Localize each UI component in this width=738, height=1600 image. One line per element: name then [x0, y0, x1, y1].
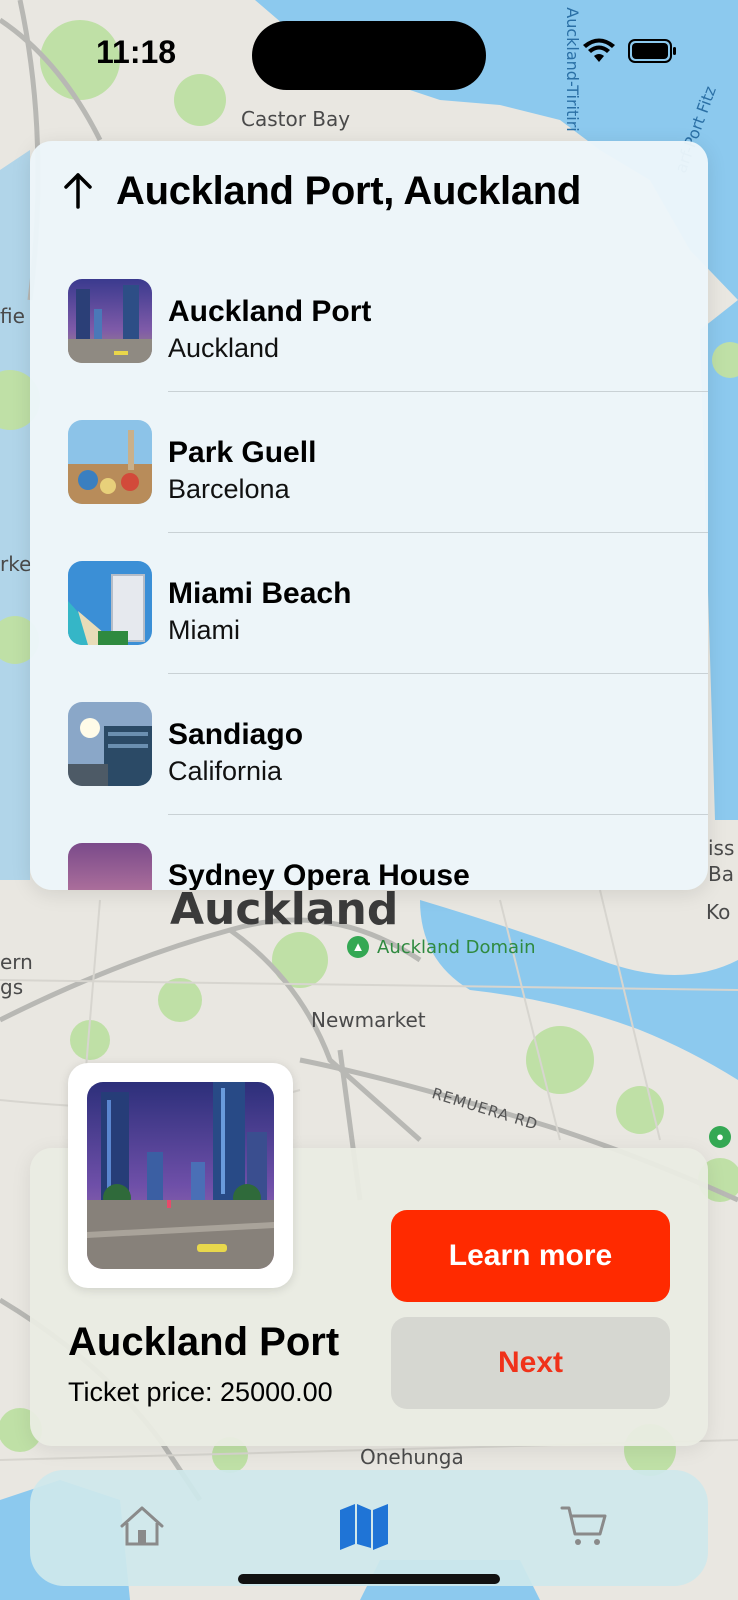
- item-title: Sydney Opera House: [168, 859, 470, 890]
- dynamic-island: [252, 21, 486, 90]
- cart-icon: [560, 1506, 607, 1545]
- home-indicator: [238, 1574, 500, 1584]
- map-label-edge: ern: [0, 950, 33, 974]
- tab-cart[interactable]: [554, 1496, 614, 1556]
- thumbnail-image: [68, 279, 152, 363]
- learn-more-button[interactable]: Learn more: [391, 1210, 670, 1302]
- search-results-panel: Auckland Port, Auckland Auckland Port Au…: [30, 141, 708, 890]
- map-label-water: Auckland-Tiritiri: [562, 7, 582, 132]
- item-subtitle: California: [168, 756, 283, 786]
- item-title: Auckland Port: [168, 295, 372, 328]
- map-label-castor-bay: Castor Bay: [241, 107, 351, 131]
- thumbnail-image: [68, 420, 152, 504]
- map-label-edge: Ba: [708, 862, 734, 886]
- panel-title: Auckland Port, Auckland: [116, 169, 582, 213]
- map-label-edge: Ko: [706, 900, 731, 924]
- list-item[interactable]: Park Guell Barcelona: [30, 392, 708, 533]
- item-title: Sandiago: [168, 718, 304, 751]
- status-time: 11:18: [96, 34, 177, 70]
- wifi-icon: [583, 38, 615, 62]
- map-label-edge: gs: [0, 975, 24, 999]
- map-label-city: Auckland: [170, 884, 399, 935]
- map-label-edge: iss: [708, 836, 735, 860]
- panel-header: Auckland Port, Auckland: [30, 141, 708, 251]
- list-item[interactable]: Sandiago California: [30, 674, 708, 815]
- item-subtitle: Barcelona: [168, 474, 290, 504]
- map-label-edge: rke: [0, 552, 32, 576]
- detail-title: Auckland Port: [68, 1320, 340, 1364]
- home-icon: [120, 1506, 164, 1546]
- list-item[interactable]: Miami Beach Miami: [30, 533, 708, 674]
- detail-image: [87, 1082, 274, 1269]
- map-label-edge: fie: [0, 304, 25, 328]
- arrow-up-icon[interactable]: [60, 171, 96, 211]
- battery-icon: [628, 39, 676, 63]
- map-label-newmarket: Newmarket: [311, 1008, 426, 1032]
- results-list: Auckland Port Auckland Park Guell Barcel…: [30, 251, 708, 890]
- tab-bar: [30, 1470, 708, 1586]
- next-button[interactable]: Next: [391, 1317, 670, 1409]
- detail-image-frame: [68, 1063, 293, 1288]
- item-subtitle: Auckland: [168, 333, 280, 363]
- tab-map[interactable]: [334, 1496, 394, 1556]
- list-item[interactable]: Sydney Opera House: [30, 815, 708, 890]
- status-icons: [582, 38, 678, 64]
- activity-pin-icon[interactable]: ●: [709, 1126, 731, 1148]
- thumbnail-image: [68, 702, 152, 786]
- list-item[interactable]: Auckland Port Auckland: [30, 251, 708, 392]
- tab-home[interactable]: [112, 1496, 172, 1556]
- map-label-park: Auckland Domain: [377, 937, 536, 958]
- item-subtitle: Miami: [168, 615, 240, 645]
- ticket-price: Ticket price: 25000.00: [68, 1377, 333, 1407]
- map-label-onehunga: Onehunga: [360, 1445, 464, 1469]
- item-title: Miami Beach: [168, 577, 352, 610]
- thumbnail-image: [68, 561, 152, 645]
- park-pin-icon[interactable]: ▲: [347, 936, 369, 958]
- map-icon: [340, 1504, 388, 1550]
- item-title: Park Guell: [168, 436, 317, 469]
- thumbnail-image: [68, 843, 152, 890]
